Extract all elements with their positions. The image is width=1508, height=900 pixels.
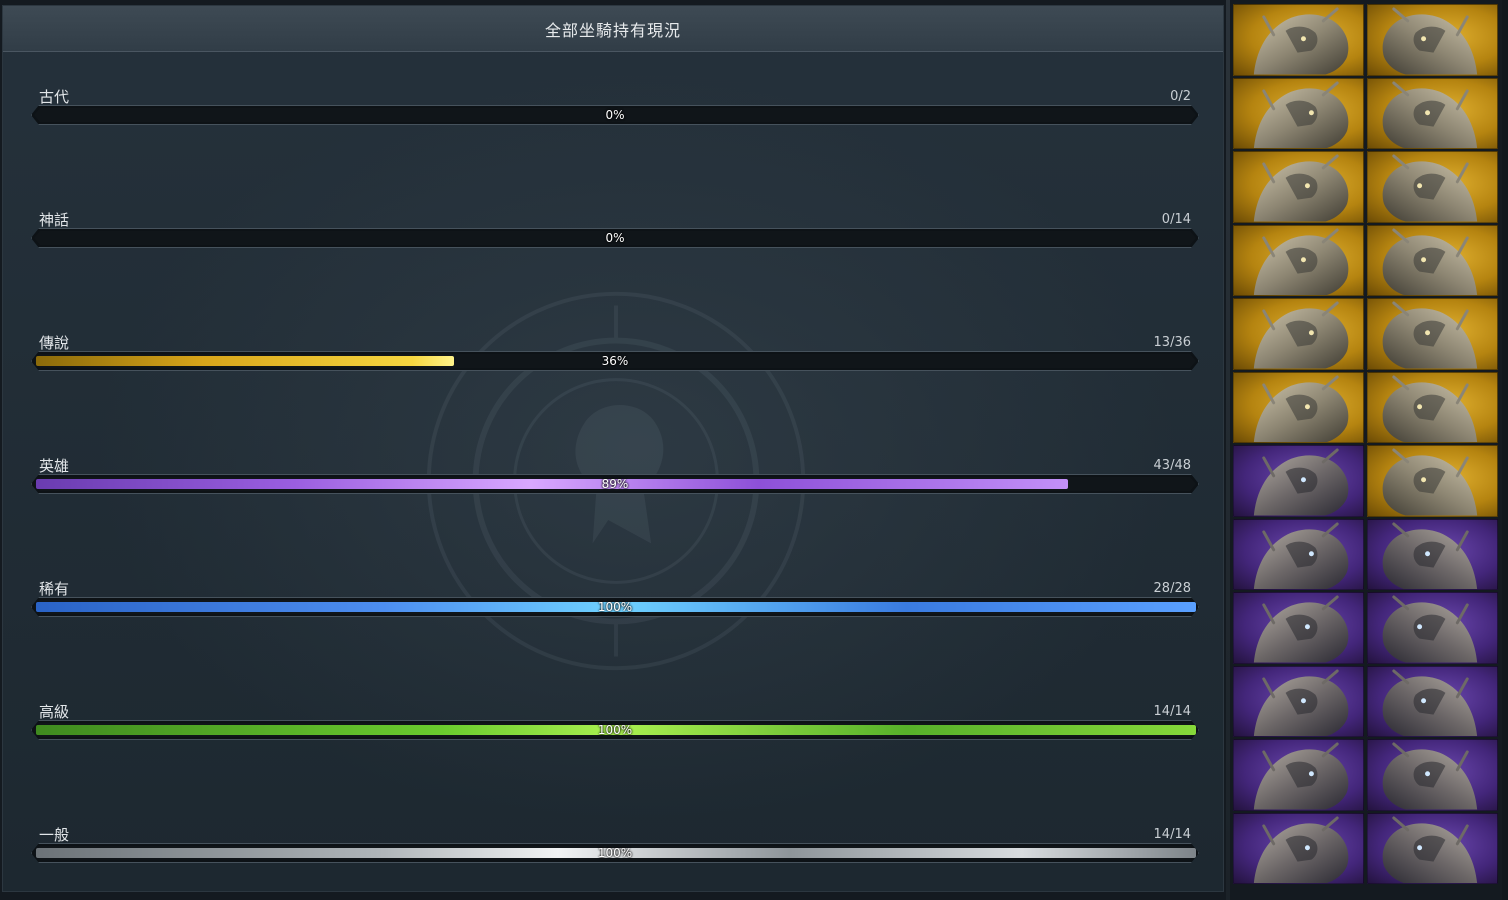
mount-card[interactable] <box>1233 518 1364 590</box>
progress-percent: 100% <box>597 600 633 614</box>
rarity-count: 28/28 <box>1153 581 1191 596</box>
horned-beast-mount-icon <box>1382 595 1478 663</box>
rarity-row-common: 一般 14/14 100% <box>31 824 1199 892</box>
mount-card[interactable] <box>1367 812 1498 884</box>
horned-ram-mount-icon <box>1382 742 1478 810</box>
rarity-count: 0/14 <box>1161 212 1191 227</box>
whale-mount-icon <box>1382 375 1478 442</box>
dragon-mount-icon <box>1253 7 1349 75</box>
progress-bar: 0% <box>31 105 1199 125</box>
rarity-label: 古代 <box>39 88 70 106</box>
progress-percent: 100% <box>597 723 633 737</box>
armored-bull-mount-icon <box>1253 595 1349 663</box>
insect-beast-mount-icon <box>1382 521 1478 589</box>
grey-lizard-mount-icon <box>1253 815 1349 883</box>
rarity-row-advanced: 高級 14/14 100% <box>31 701 1199 771</box>
mount-card[interactable] <box>1233 445 1364 517</box>
mount-card[interactable] <box>1233 4 1364 76</box>
iron-bull-mount-icon <box>1253 668 1349 736</box>
armored-horse-mount-icon <box>1253 375 1349 442</box>
progress-percent: 0% <box>605 108 625 122</box>
mount-card[interactable] <box>1367 298 1498 370</box>
mount-card[interactable] <box>1233 371 1364 443</box>
mount-card[interactable] <box>1367 739 1498 811</box>
mount-card[interactable] <box>1233 298 1364 370</box>
armored-raptor-mount-icon <box>1253 448 1349 516</box>
mount-card[interactable] <box>1367 371 1498 443</box>
rarity-row-heroic: 英雄 43/48 89% <box>31 455 1199 525</box>
mount-card[interactable] <box>1233 665 1364 737</box>
white-beast-mount-icon <box>1382 81 1478 148</box>
mount-card[interactable] <box>1233 739 1364 811</box>
progress-percent: 0% <box>605 231 625 245</box>
rarity-label: 一般 <box>39 826 70 844</box>
mount-card[interactable] <box>1233 224 1364 296</box>
rarity-count: 43/48 <box>1153 458 1191 473</box>
teal-raptor-mount-icon <box>1382 668 1478 736</box>
panel-title: 全部坐騎持有現況 <box>544 20 681 40</box>
mount-status-panel: 全部坐騎持有現況 古代 0/2 0% 神話 0/14 0% 傳說 13/36 3… <box>2 5 1224 892</box>
mount-card[interactable] <box>1367 592 1498 664</box>
mount-card[interactable] <box>1367 518 1498 590</box>
mount-card[interactable] <box>1367 665 1498 737</box>
progress-percent: 36% <box>601 354 629 368</box>
progress-percent: 89% <box>601 477 629 491</box>
progress-bar: 100% <box>31 843 1199 863</box>
rarity-label: 高級 <box>39 703 70 721</box>
mount-portrait-grid <box>1233 4 1501 886</box>
mount-card[interactable] <box>1367 445 1498 517</box>
rarity-label: 稀有 <box>39 580 70 598</box>
shadow-dragon-mount-icon <box>1382 7 1478 75</box>
golden-beast-mount-icon <box>1382 301 1478 369</box>
white-lion-mount-icon <box>1382 228 1478 295</box>
mount-card[interactable] <box>1367 4 1498 76</box>
mount-card[interactable] <box>1367 77 1498 149</box>
progress-bar: 100% <box>31 597 1199 617</box>
mount-card[interactable] <box>1367 224 1498 296</box>
chrome-horse-mount-icon <box>1253 301 1349 369</box>
rarity-count: 14/14 <box>1153 704 1191 719</box>
rarity-row-ancient: 古代 0/2 0% <box>31 86 1199 156</box>
progress-bar: 100% <box>31 720 1199 740</box>
mount-card[interactable] <box>1233 77 1364 149</box>
mount-card[interactable] <box>1233 592 1364 664</box>
rarity-count: 14/14 <box>1153 827 1191 842</box>
mount-collection-screen: 全部坐騎持有現況 古代 0/2 0% 神話 0/14 0% 傳說 13/36 3… <box>0 0 1508 900</box>
rarity-count: 13/36 <box>1153 335 1191 350</box>
fish-beast-mount-icon <box>1382 448 1478 516</box>
rarity-label: 神話 <box>39 211 70 229</box>
rarity-row-mythic: 神話 0/14 0% <box>31 209 1199 279</box>
rarity-label: 英雄 <box>39 457 70 475</box>
panel-header: 全部坐騎持有現況 <box>3 6 1223 52</box>
rarity-label: 傳說 <box>39 334 70 352</box>
stone-beast-mount-icon <box>1382 154 1478 222</box>
panel-divider <box>1226 0 1230 900</box>
armored-wolf-mount-icon <box>1253 228 1349 295</box>
rarity-row-legendary: 傳說 13/36 36% <box>31 332 1199 402</box>
fire-dragon-mount-icon <box>1253 81 1349 148</box>
mount-card[interactable] <box>1233 812 1364 884</box>
pale-lion-mount-icon <box>1253 742 1349 810</box>
progress-bar: 36% <box>31 351 1199 371</box>
rarity-count: 0/2 <box>1170 89 1191 104</box>
rarity-row-rare: 稀有 28/28 100% <box>31 578 1199 648</box>
progress-bar: 0% <box>31 228 1199 248</box>
progress-percent: 100% <box>597 846 633 860</box>
golden-horse-mount-icon <box>1253 521 1349 589</box>
scroll-edge[interactable] <box>1502 0 1508 900</box>
mount-card[interactable] <box>1367 151 1498 223</box>
golden-bull-mount-icon <box>1382 815 1478 883</box>
mount-card[interactable] <box>1233 151 1364 223</box>
silver-wolf-mount-icon <box>1253 154 1349 222</box>
progress-bar: 89% <box>31 474 1199 494</box>
